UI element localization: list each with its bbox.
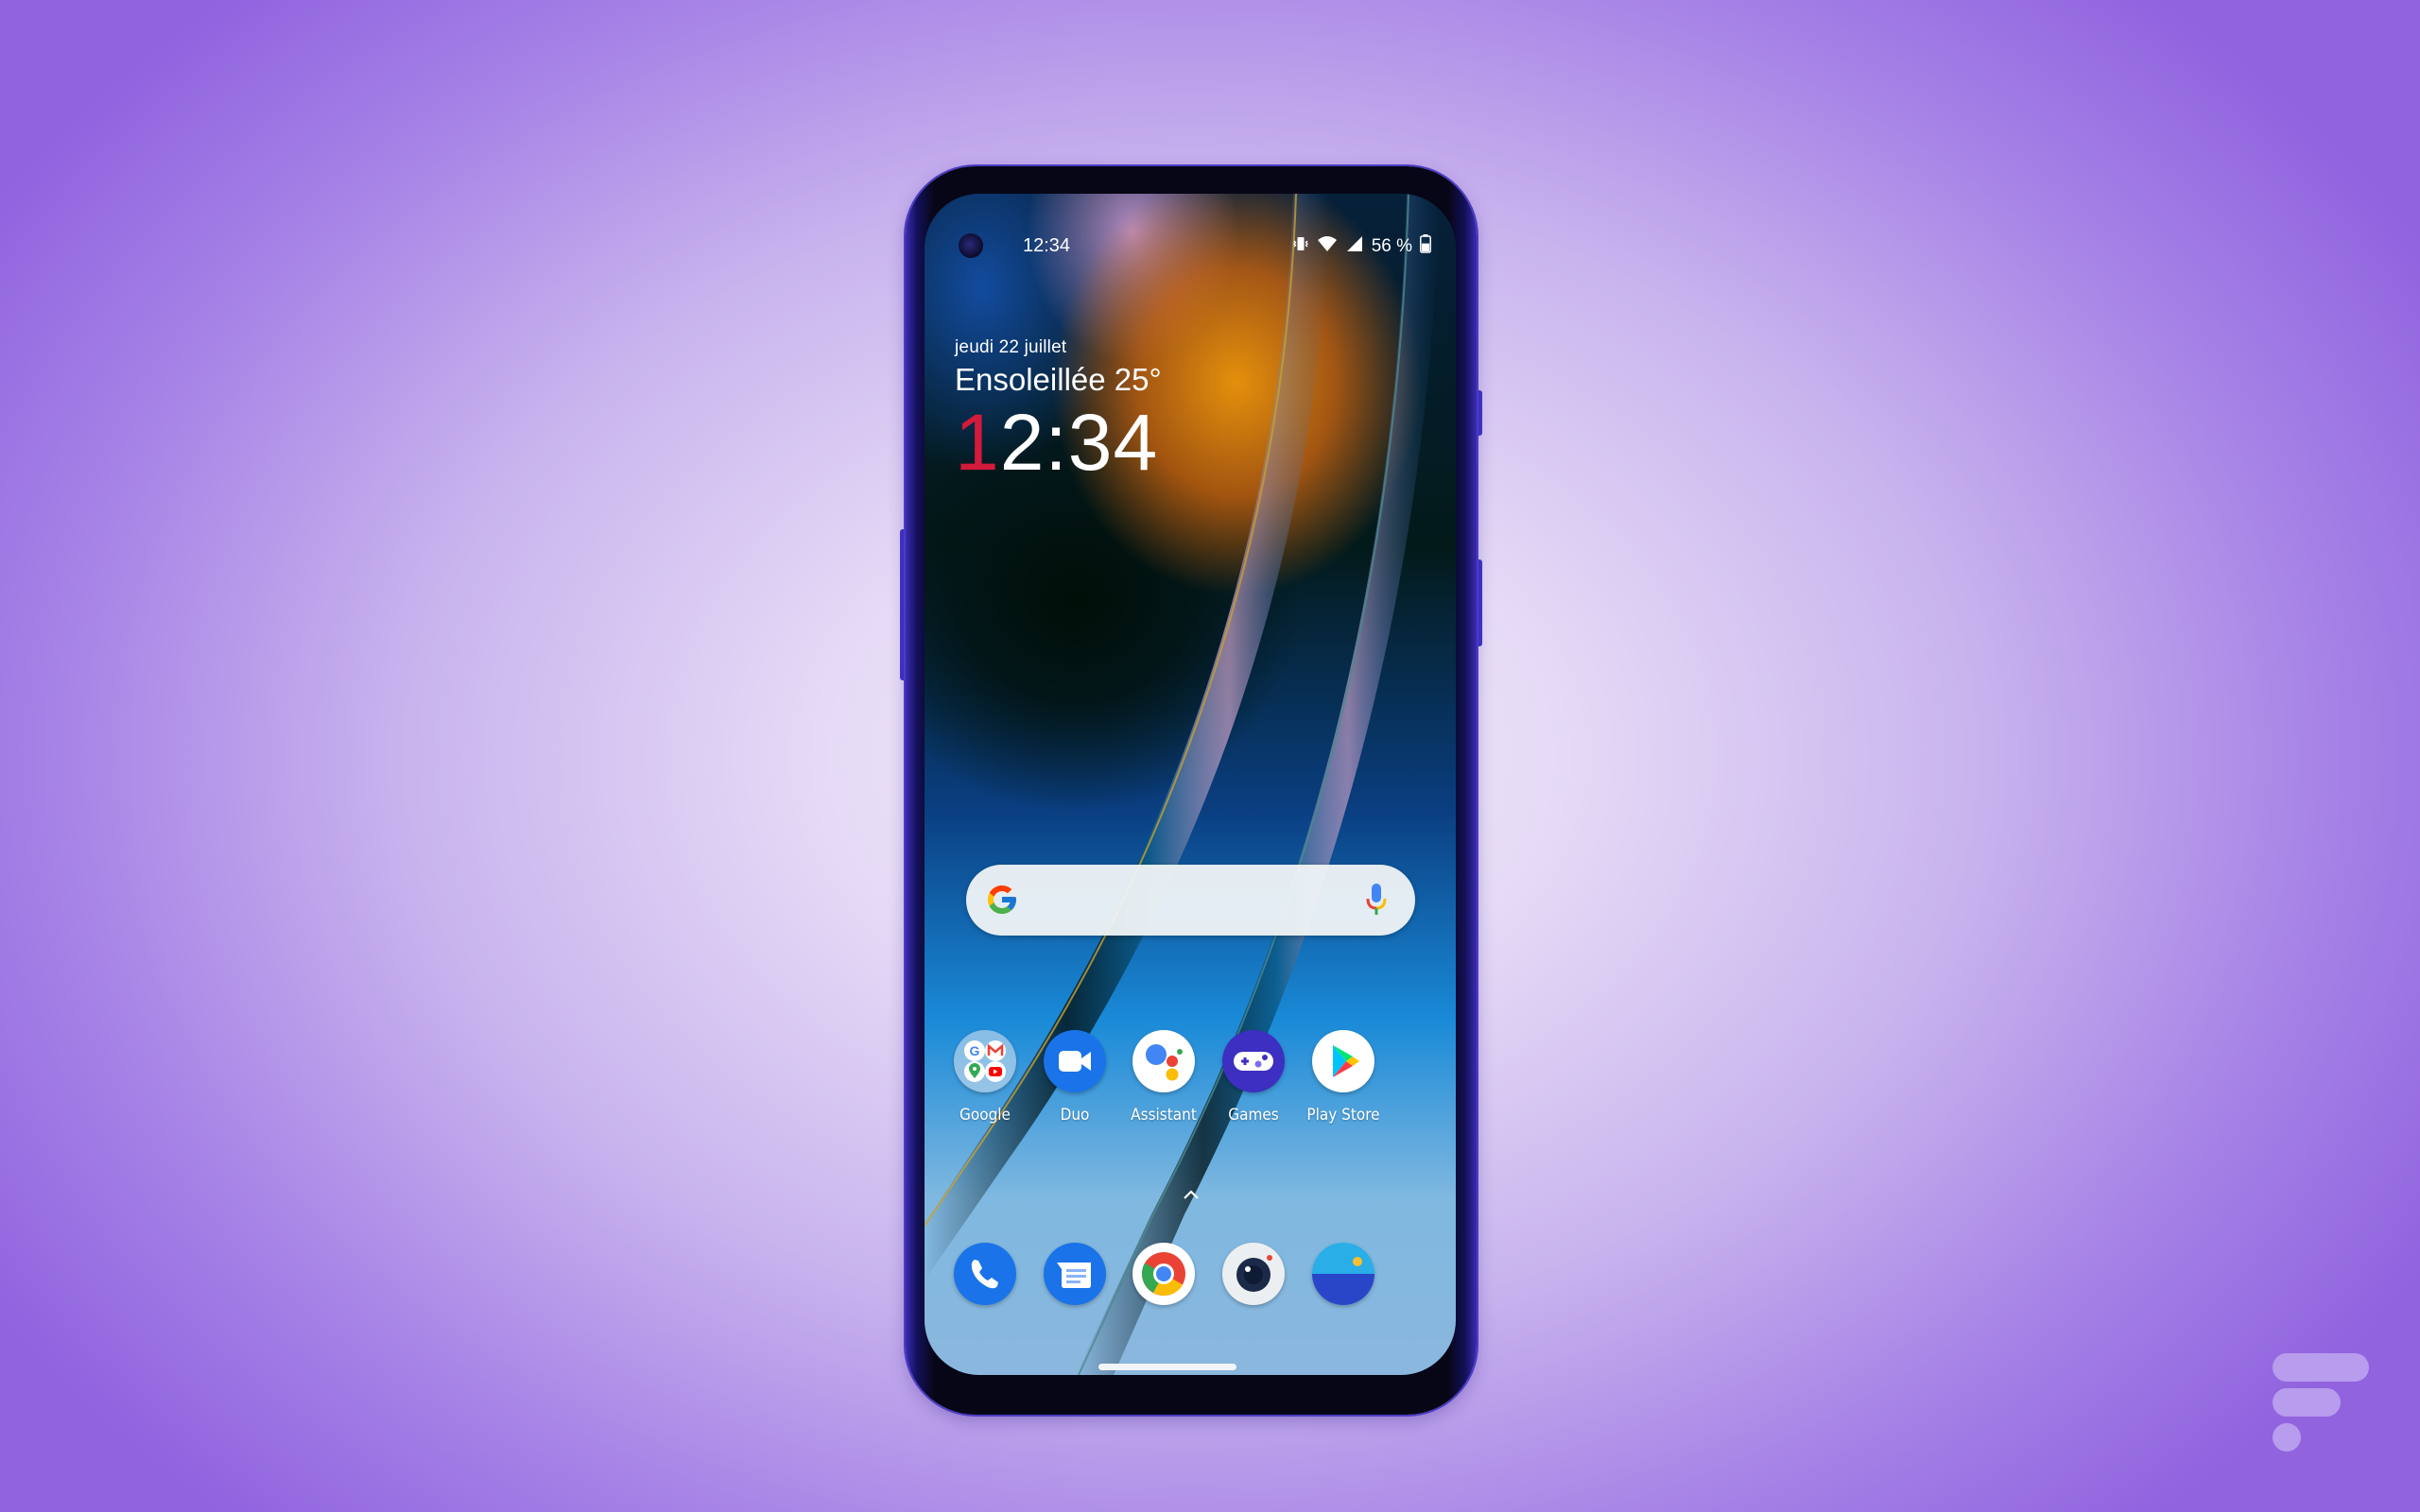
date-text: jeudi 22 juillet [955,337,1067,357]
wifi-icon [1317,235,1338,258]
status-time: 12:34 [1023,235,1071,256]
app-google-folder[interactable]: G Google [942,1030,1028,1125]
battery-icon [1420,234,1431,259]
dock-chrome[interactable] [1121,1243,1206,1305]
google-search-bar[interactable] [966,865,1415,936]
clock-accent-digit: 1 [955,398,1000,487]
app-label: Assistant [1131,1106,1197,1125]
app-assistant[interactable]: Assistant [1121,1030,1206,1125]
search-input[interactable] [1032,884,1349,918]
phone-icon [954,1243,1016,1305]
google-folder-icon: G [954,1030,1016,1092]
app-games[interactable]: Games [1211,1030,1296,1125]
vibrate-icon [1292,235,1309,258]
gallery-icon [1312,1243,1374,1305]
games-icon [1222,1030,1285,1092]
phone-power-button [1476,559,1482,646]
play-store-icon [1312,1030,1374,1092]
chrome-icon [1132,1243,1195,1305]
front-camera [959,233,983,258]
battery-percent: 56 % [1371,236,1412,256]
app-label: Google [959,1106,1011,1125]
app-label: Games [1228,1106,1279,1125]
status-bar: 12:34 56 % [925,213,1456,258]
camera-icon [1222,1243,1285,1305]
app-label: Play Store [1306,1106,1380,1125]
google-g-icon [985,883,1019,921]
duo-icon [1044,1030,1106,1092]
dock-gallery[interactable] [1301,1243,1386,1305]
mic-icon[interactable] [1366,882,1387,922]
messages-icon [1044,1243,1106,1305]
app-label: Duo [1060,1106,1090,1125]
phone-side-button-right-top [1476,390,1482,436]
gesture-home-bar[interactable] [1098,1364,1236,1370]
frandroid-logo [2271,1353,2375,1462]
dock-phone[interactable] [942,1243,1028,1305]
assistant-icon [1132,1030,1195,1092]
phone-screen: 12:34 56 % jeudi 22 juillet Ensoleillée … [925,194,1456,1375]
dock-messages[interactable] [1032,1243,1117,1305]
app-duo[interactable]: Duo [1032,1030,1117,1125]
lockscreen-clock-widget[interactable]: jeudi 22 juillet Ensoleillée 25° 12:34 [955,337,1162,485]
signal-icon [1345,235,1364,258]
app-play-store[interactable]: Play Store [1301,1030,1386,1125]
app-drawer-chevron-icon[interactable] [1183,1188,1200,1205]
clock-rest: 2:34 [999,398,1159,487]
svg-text:G: G [970,1043,980,1058]
weather-text: Ensoleillée 25° [955,362,1162,397]
big-clock: 12:34 [955,400,1162,485]
dock-camera[interactable] [1211,1243,1296,1305]
